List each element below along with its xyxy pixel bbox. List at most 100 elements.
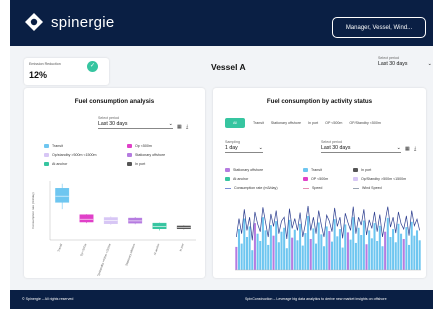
legend-item[interactable]: OP <500m [303, 177, 328, 181]
tab-transit[interactable]: Transit [253, 121, 264, 125]
bar [413, 235, 416, 270]
bar [309, 238, 312, 270]
bar [402, 238, 405, 270]
legend-item[interactable]: Stationary offshore [225, 168, 263, 172]
bar [397, 223, 400, 270]
legend-label: Speed [312, 186, 323, 190]
legend-item[interactable]: Transit [303, 168, 322, 172]
bar [365, 244, 368, 270]
sampling-value: 1 day [225, 145, 238, 151]
bar [341, 247, 344, 270]
period-label: Select period [378, 56, 399, 60]
footer: © Spinergie – All rights reserved SpinCo… [10, 290, 433, 309]
box [79, 214, 94, 223]
bar [368, 230, 371, 270]
entity-search-button[interactable]: Manager, Vessel, Wind... [332, 17, 426, 38]
legend-item[interactable]: Op/standby >500m <1500m [44, 153, 97, 157]
legend-item[interactable]: In port [127, 162, 145, 166]
bar [256, 233, 259, 270]
page-title: Vessel A [211, 62, 246, 72]
tab-stationary-offshore[interactable]: Stationary offshore [271, 121, 301, 125]
tab-op-standby[interactable]: OP/Standby <500m [349, 121, 380, 125]
legend-item[interactable]: Wind Speed [353, 186, 382, 190]
download-icon[interactable]: ⤓ [414, 146, 416, 152]
bar [296, 240, 299, 270]
bar [330, 241, 334, 270]
bar [408, 244, 411, 270]
bar [293, 229, 296, 270]
right-legend: Stationary offshore Transit In port At a… [225, 168, 420, 194]
bar [415, 230, 419, 270]
top-header: spinergie Manager, Vessel, Wind... [10, 0, 433, 46]
period-value-row[interactable]: Last 30 days ⌄ [378, 61, 432, 67]
legend-item[interactable]: Transit [44, 144, 63, 148]
sampling-selector[interactable]: Sampling 1 day ⌄ [225, 140, 263, 153]
bar [338, 229, 341, 270]
legend-swatch [127, 153, 132, 157]
legend-item[interactable]: In port [353, 168, 371, 172]
legend-item[interactable]: At anchor [44, 162, 67, 166]
bar [370, 238, 373, 270]
legend-label: In port [135, 162, 146, 166]
bar [400, 233, 403, 270]
tab-all[interactable]: All [225, 118, 245, 128]
legend-swatch [353, 177, 358, 181]
download-icon[interactable]: ⤓ [186, 124, 188, 130]
legend-swatch [303, 177, 308, 181]
bar [317, 222, 320, 270]
bar [251, 250, 254, 270]
legend-item[interactable]: Op <500m [127, 144, 152, 148]
bar [285, 248, 288, 270]
kpi-label: Emission Reduction [29, 62, 61, 66]
bar [264, 230, 267, 270]
bar [315, 243, 318, 270]
x-tick-label: In port [178, 243, 185, 252]
bar [275, 221, 278, 270]
legend-label: Wind Speed [362, 186, 382, 190]
period-value: Last 30 days [378, 61, 408, 67]
bar [333, 219, 336, 270]
bar [373, 223, 376, 270]
legend-item[interactable]: Op/Standby >500m <1500m [353, 177, 406, 181]
period-selector-top[interactable]: Select period Last 30 days ⌄ [378, 56, 432, 67]
legend-item[interactable]: Consumption rate (m3/day) [225, 186, 278, 190]
bar [237, 229, 241, 270]
bar [272, 235, 275, 270]
chevron-down-icon: ⌄ [396, 145, 401, 151]
legend-item[interactable]: Speed [303, 186, 322, 190]
sampling-value-row[interactable]: 1 day ⌄ [225, 145, 263, 153]
legend-label: Stationary offshore [233, 168, 264, 172]
legend-swatch [303, 168, 308, 172]
legend-label: Transit [52, 144, 63, 148]
legend-label: Stationary offshore [135, 153, 166, 157]
kpi-value: 12% [29, 70, 48, 80]
legend-item[interactable]: At anchor [225, 177, 248, 181]
bar [301, 245, 304, 270]
legend-swatch [225, 177, 230, 181]
legend-label: At anchor [52, 162, 68, 166]
tab-op-500[interactable]: OP <500m [325, 121, 342, 125]
left-period-selector[interactable]: Select period Last 30 days ⌄ [98, 116, 173, 129]
legend-label: Op/standby >500m <1500m [52, 153, 97, 157]
timeseries-chart [235, 205, 421, 271]
bar [405, 227, 408, 270]
legend-swatch [353, 187, 359, 189]
logo[interactable]: spinergie [24, 12, 115, 32]
table-icon[interactable]: ▦ [177, 124, 182, 130]
bar [357, 227, 360, 270]
table-icon[interactable]: ▦ [405, 146, 410, 152]
bar [245, 237, 248, 270]
left-period-value-row[interactable]: Last 30 days ⌄ [98, 121, 173, 129]
bar [325, 226, 328, 270]
tab-in-port[interactable]: In port [308, 121, 318, 125]
legend-item[interactable]: Stationary offshore [127, 153, 165, 157]
bar [304, 233, 307, 270]
right-period-selector[interactable]: Select period Last 30 days ⌄ [321, 140, 401, 153]
fuel-analysis-card: Fuel consumption analysis Select period … [24, 88, 205, 278]
bar [291, 237, 294, 270]
right-period-value-row[interactable]: Last 30 days ⌄ [321, 145, 401, 153]
bar [312, 228, 315, 270]
bar [384, 231, 387, 270]
bar [322, 246, 326, 270]
app-frame: spinergie Manager, Vessel, Wind... Emiss… [10, 0, 433, 309]
